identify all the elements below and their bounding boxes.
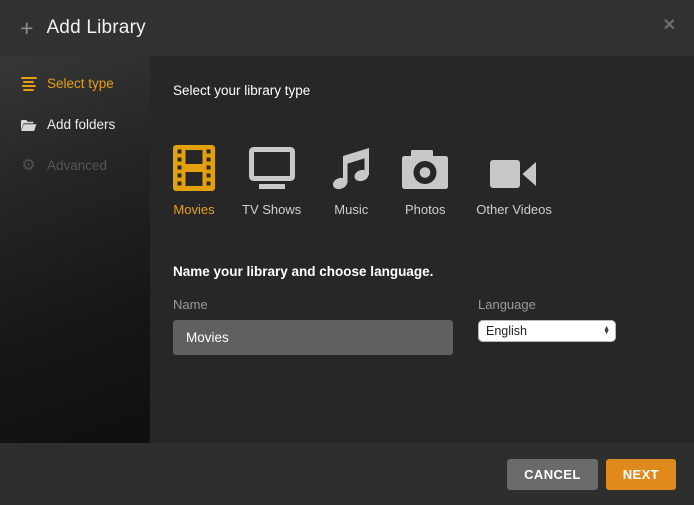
dialog-body: Select type Add folders ⚙ Advanced	[0, 56, 694, 443]
type-label: Photos	[405, 202, 445, 217]
library-name-input[interactable]	[173, 320, 453, 355]
sidebar-item-advanced: ⚙ Advanced	[0, 145, 150, 186]
add-library-dialog: + Add Library ✕ Select type Add folders	[0, 0, 694, 505]
sidebar-item-select-type[interactable]: Select type	[0, 63, 150, 104]
cancel-button[interactable]: CANCEL	[507, 459, 598, 490]
sidebar-item-label: Advanced	[47, 158, 107, 173]
folder-icon	[20, 118, 37, 132]
type-option-tv-shows[interactable]: TV Shows	[242, 143, 301, 217]
language-field-group: Language English ▲ ▼	[478, 297, 616, 355]
tv-icon	[249, 143, 295, 191]
list-lines-icon	[20, 77, 37, 91]
gear-icon: ⚙	[20, 158, 37, 174]
type-label: Music	[334, 202, 368, 217]
name-field-group: Name	[173, 297, 453, 355]
dialog-title: Add Library	[46, 17, 145, 39]
language-selected-value: English	[486, 324, 527, 338]
next-button[interactable]: NEXT	[606, 459, 676, 490]
sidebar-item-label: Add folders	[47, 117, 115, 132]
camera-icon	[401, 143, 449, 191]
library-type-picker: Movies TV Shows	[173, 143, 694, 217]
select-spinner-icon: ▲ ▼	[603, 327, 611, 336]
type-label: TV Shows	[242, 202, 301, 217]
dialog-footer: CANCEL NEXT	[0, 443, 694, 505]
language-field-label: Language	[478, 297, 616, 312]
name-language-heading: Name your library and choose language.	[173, 264, 694, 279]
type-option-other-videos[interactable]: Other Videos	[476, 143, 552, 217]
film-strip-icon	[173, 143, 215, 191]
name-field-label: Name	[173, 297, 453, 312]
plus-icon: +	[20, 17, 33, 40]
type-label: Other Videos	[476, 202, 552, 217]
language-select[interactable]: English ▲ ▼	[478, 320, 616, 342]
type-option-movies[interactable]: Movies	[173, 143, 215, 217]
main-content: Select your library type	[150, 56, 694, 443]
sidebar-item-add-folders[interactable]: Add folders	[0, 104, 150, 145]
type-option-music[interactable]: Music	[328, 143, 374, 217]
music-note-icon	[328, 143, 374, 191]
sidebar-item-label: Select type	[47, 76, 114, 91]
steps-sidebar: Select type Add folders ⚙ Advanced	[0, 56, 150, 443]
fields-row: Name Language English ▲ ▼	[173, 297, 694, 355]
close-icon[interactable]: ✕	[663, 18, 676, 34]
library-type-heading: Select your library type	[173, 83, 694, 98]
type-label: Movies	[173, 202, 214, 217]
type-option-photos[interactable]: Photos	[401, 143, 449, 217]
video-camera-icon	[490, 143, 538, 191]
dialog-header: + Add Library	[0, 0, 694, 56]
